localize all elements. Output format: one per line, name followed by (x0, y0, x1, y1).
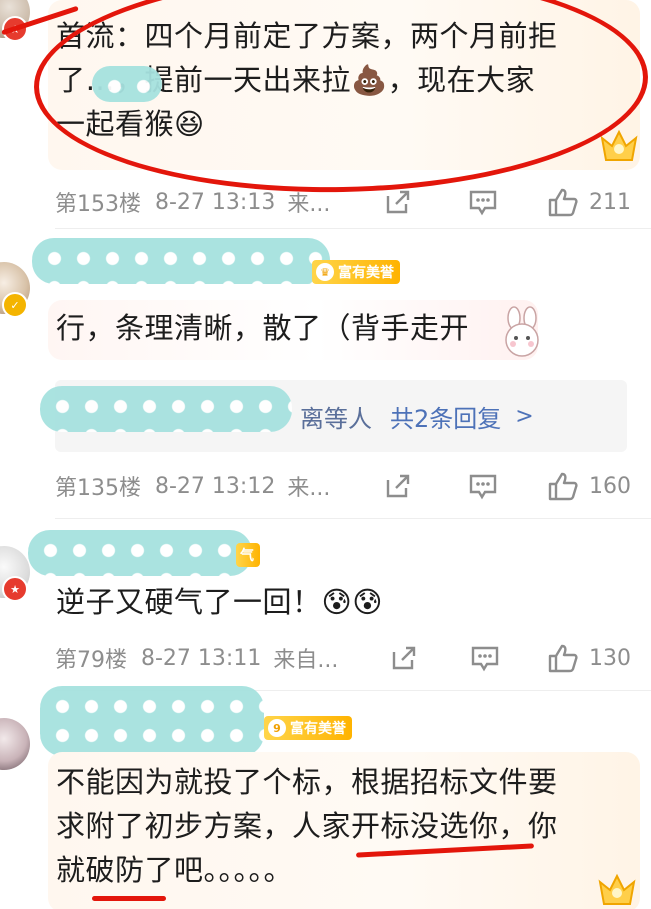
reply-authors: 离等人 (300, 404, 372, 433)
redacted-username (40, 686, 264, 756)
avatar[interactable]: ✓ (0, 262, 30, 318)
redacted-text (92, 66, 162, 102)
honor-badge: 9 富有美誉 (264, 716, 352, 740)
comment-meta: 第79楼 8-27 13:11 来自... 130 (55, 638, 631, 678)
like-button[interactable]: 130 (547, 643, 631, 673)
vip-badge-icon: ★ (2, 576, 28, 602)
redacted-username (32, 238, 330, 284)
vip-badge-icon: ★ (2, 16, 28, 42)
like-count: 211 (589, 189, 631, 215)
share-icon[interactable] (380, 184, 415, 220)
comment-text: 行，条理清晰，散了（背手走开 (56, 311, 470, 345)
source-label: 来... (287, 476, 331, 501)
like-icon (548, 644, 578, 673)
share-icon[interactable] (380, 468, 415, 504)
avatar[interactable]: ★ (0, 0, 30, 42)
view-replies-link[interactable]: 共2条回复 (390, 399, 501, 434)
floor-label: 第153楼 (55, 192, 141, 217)
chevron-right-icon: > (515, 403, 534, 429)
like-button[interactable]: 211 (547, 187, 631, 217)
divider (55, 228, 651, 229)
comment-text: 不能因为就投了个标，根据招标文件要 求附了初步方案，人家开标没选你，你 就破防了… (56, 765, 558, 887)
vip-badge-icon: ✓ (2, 292, 28, 318)
redacted-username (40, 386, 292, 432)
comment-feed: ★ 首流：四个月前定了方案，两个月前拒 了…，提前一天出来拉💩，现在大家 一起看… (0, 0, 651, 909)
source-label: 来... (287, 192, 331, 217)
honor-badge: 气 (236, 543, 260, 567)
avatar[interactable] (0, 718, 30, 770)
share-icon[interactable] (388, 640, 419, 676)
redacted-username (28, 530, 252, 576)
like-count: 160 (589, 473, 631, 499)
comment-meta: 第153楼 8-27 13:13 来... 211 (55, 182, 631, 222)
floor-label: 第79楼 (55, 648, 127, 673)
crest-icon (600, 129, 638, 161)
comment-text: 逆子又硬气了一回！😰😰 (56, 585, 383, 619)
like-button[interactable]: 160 (547, 471, 631, 501)
timestamp: 8-27 13:11 (141, 645, 262, 671)
like-icon (548, 188, 578, 217)
comment-meta: 第135楼 8-27 13:12 来... 160 (55, 466, 631, 506)
avatar[interactable]: ★ (0, 546, 30, 602)
timestamp: 8-27 13:12 (155, 473, 276, 499)
comment-icon[interactable] (466, 184, 501, 220)
crest-icon: ♛ (316, 263, 334, 281)
source-label: 来自... (273, 648, 339, 673)
divider (55, 518, 651, 519)
timestamp: 8-27 13:13 (155, 189, 276, 215)
floor-label: 第135楼 (55, 476, 141, 501)
honor-badge: ♛ 富有美誉 (312, 260, 400, 284)
like-icon (548, 472, 578, 501)
crest-icon (598, 873, 636, 905)
bunny-sticker-icon (505, 306, 539, 357)
comment-icon[interactable] (466, 468, 501, 504)
like-count: 130 (589, 645, 631, 671)
comment-icon[interactable] (470, 640, 501, 676)
